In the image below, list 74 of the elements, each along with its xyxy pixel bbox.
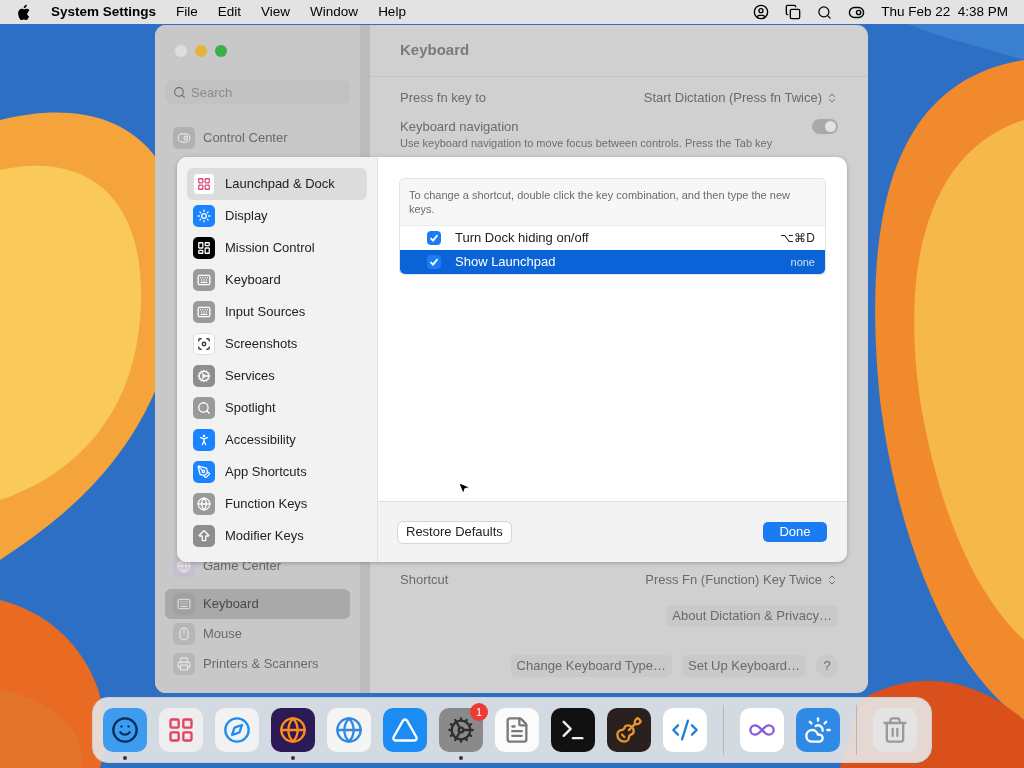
setting-label: Press fn key to [400, 89, 486, 108]
sidebar-item[interactable]: App Shortcuts [187, 456, 367, 488]
sidebar-item[interactable]: Screenshots [187, 328, 367, 360]
apple-icon[interactable] [16, 3, 31, 21]
restore-defaults-button[interactable]: Restore Defaults [398, 521, 511, 543]
sidebar-item[interactable]: Launchpad & Dock [187, 168, 367, 200]
mouse-icon [173, 623, 195, 645]
cloud-sun-icon[interactable] [796, 708, 840, 752]
user-icon[interactable] [753, 4, 770, 20]
menu-item[interactable]: Help [378, 1, 406, 23]
sidebar-item[interactable]: Keyboard [165, 589, 350, 619]
viewfinder-icon [193, 333, 215, 355]
checkbox[interactable] [427, 255, 441, 269]
sidebar-item[interactable]: Display [187, 200, 367, 232]
terminal-icon[interactable] [551, 708, 595, 752]
menu-item[interactable]: View [261, 1, 291, 23]
shortcut-row[interactable]: Turn Dock hiding on/off ⌥⌘D [400, 226, 825, 250]
chevrons-icon [826, 92, 838, 104]
document-icon[interactable] [495, 708, 539, 752]
app-menu[interactable]: System Settings [51, 1, 157, 23]
infinity-icon[interactable] [740, 708, 784, 752]
keyboard-icon [193, 269, 215, 291]
popup-button[interactable]: Start Dictation (Press fn Twice) [643, 88, 838, 108]
sidebar-item[interactable]: Mission Control [187, 232, 367, 264]
shortcut-row[interactable]: Show Launchpad none [400, 250, 825, 274]
keyboard-icon [193, 301, 215, 323]
menu-item[interactable]: Window [310, 1, 359, 23]
pen-icon [193, 461, 215, 483]
sidebar-item[interactable]: Services [187, 360, 367, 392]
menu-item[interactable]: File [176, 1, 198, 23]
globe-icon[interactable] [271, 708, 315, 752]
search-field[interactable]: Search [165, 80, 350, 104]
toggle-switch[interactable] [812, 119, 838, 135]
key-combination[interactable]: none [790, 253, 815, 271]
notification-badge: 1 [470, 703, 488, 721]
trash-icon[interactable] [873, 708, 917, 752]
search-icon [173, 86, 186, 99]
shortcut-label: Show Launchpad [455, 253, 556, 272]
window-title: Keyboard [370, 25, 868, 77]
menu-item[interactable]: Edit [217, 1, 242, 23]
checkbox[interactable] [427, 231, 441, 245]
key-combination[interactable]: ⌥⌘D [780, 229, 815, 247]
globe-icon [193, 493, 215, 515]
printer-icon [173, 653, 195, 675]
clock[interactable]: Thu Feb 22 4:38 PM [881, 1, 1008, 23]
grid-icon [193, 173, 215, 195]
gear-icon[interactable] [439, 708, 483, 752]
setting-label: Shortcut [400, 571, 449, 590]
sidebar-item[interactable]: Input Sources [187, 296, 367, 328]
popup-button[interactable]: Press Fn (Function) Key Twice [645, 570, 838, 590]
keyboard-icon [173, 593, 195, 615]
shortcut-label: Turn Dock hiding on/off [455, 229, 589, 248]
sidebar-item[interactable]: Spotlight [187, 392, 367, 424]
smiling-face-icon[interactable] [103, 708, 147, 752]
sidebar-item[interactable]: Modifier Keys [187, 520, 367, 552]
sidebar-item[interactable]: Keyboard [187, 264, 367, 296]
setting-label: Keyboard navigation [400, 118, 519, 136]
arrow-up-icon [193, 525, 215, 547]
toggle-icon [173, 127, 195, 149]
guitar-icon[interactable] [607, 708, 651, 752]
person-icon [193, 429, 215, 451]
chevrons-icon [826, 574, 838, 586]
compass-icon[interactable] [215, 708, 259, 752]
search-icon[interactable] [817, 4, 833, 20]
search-icon [193, 397, 215, 419]
sun-icon [193, 205, 215, 227]
done-button[interactable]: Done [763, 522, 827, 542]
setting-description: Use keyboard navigation to move focus between controls. Press the Tab key [400, 136, 774, 150]
windows-icon [193, 237, 215, 259]
grid-icon[interactable] [159, 708, 203, 752]
sidebar-item[interactable]: Accessibility [187, 424, 367, 456]
code-icon[interactable] [663, 708, 707, 752]
sidebar-item[interactable]: Function Keys [187, 488, 367, 520]
windows-icon[interactable] [785, 4, 802, 20]
